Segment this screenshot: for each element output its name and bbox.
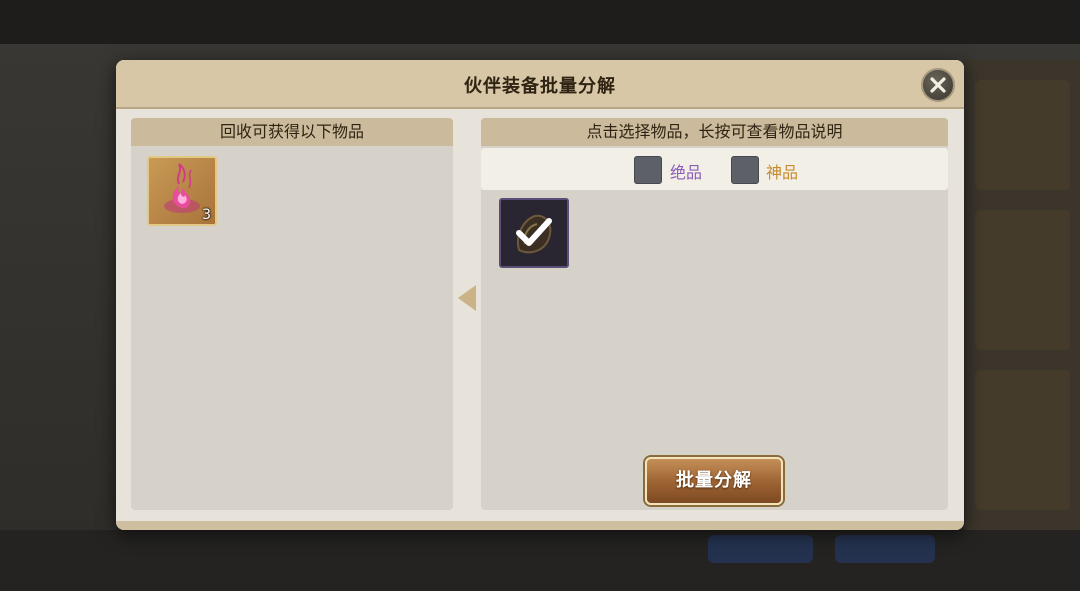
- dialog-header: 伙伴装备批量分解: [116, 60, 964, 109]
- background-button: [708, 535, 813, 563]
- background-top-bar: [0, 0, 1080, 44]
- batch-decompose-button[interactable]: 批量分解: [645, 457, 783, 505]
- selection-panel: 点击选择物品，长按可查看物品说明 绝品 神品 批量分解: [481, 118, 948, 510]
- reward-panel: 回收可获得以下物品 3: [131, 118, 453, 510]
- filter-checkbox-jue[interactable]: [634, 156, 662, 184]
- check-icon: [516, 218, 552, 246]
- arrow-left-icon: [458, 285, 476, 311]
- close-button[interactable]: [921, 68, 955, 102]
- background-card: [975, 210, 1070, 350]
- item-count: 3: [202, 207, 211, 223]
- reward-item-slot[interactable]: 3: [147, 156, 217, 226]
- dialog-title: 伙伴装备批量分解: [464, 76, 616, 97]
- background-button: [835, 535, 935, 563]
- filter-label-shen: 神品: [766, 163, 799, 182]
- quality-filter-bar: 绝品 神品: [481, 148, 948, 190]
- dialog-body: 回收可获得以下物品 3 点击选择物品，长按可查看物品说明 绝品 神品 批量分解: [116, 109, 964, 521]
- background-card: [975, 80, 1070, 190]
- equipment-item-slot[interactable]: [499, 198, 569, 268]
- reward-panel-header: 回收可获得以下物品: [131, 118, 453, 146]
- selection-panel-header: 点击选择物品，长按可查看物品说明: [481, 118, 948, 146]
- dialog-footer: [116, 521, 964, 530]
- background-card: [975, 370, 1070, 510]
- close-icon: [930, 77, 946, 93]
- batch-decompose-dialog: 伙伴装备批量分解 回收可获得以下物品 3 点击选择物品，长按可查看物品说明 绝品…: [116, 60, 964, 530]
- filter-checkbox-shen[interactable]: [731, 156, 759, 184]
- filter-label-jue: 绝品: [670, 163, 703, 182]
